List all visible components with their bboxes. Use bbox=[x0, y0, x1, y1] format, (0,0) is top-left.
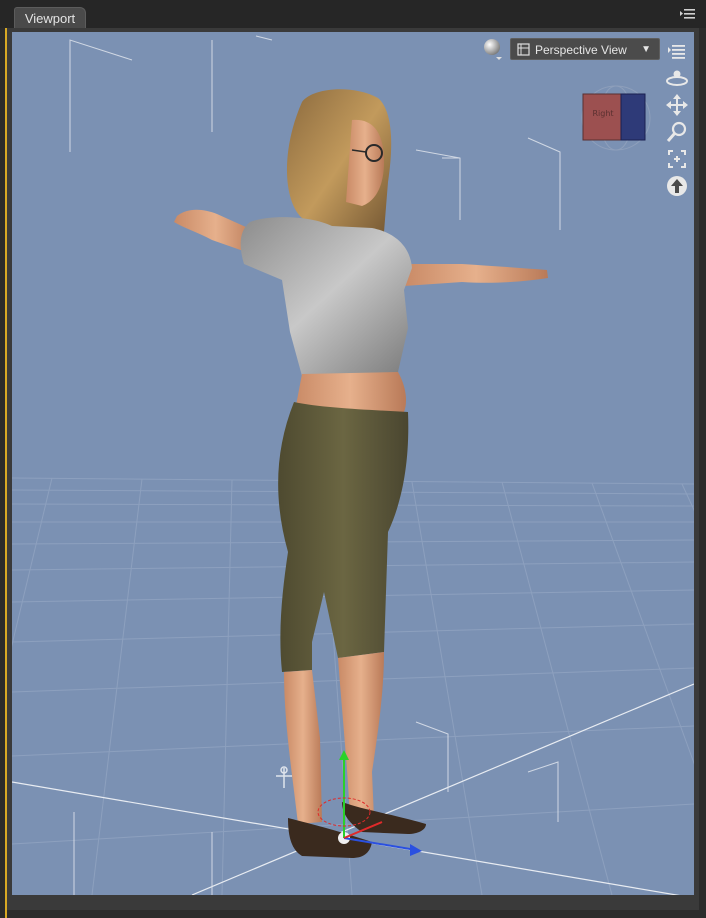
frame-icon[interactable] bbox=[664, 146, 690, 172]
view-cube[interactable]: Right bbox=[578, 82, 658, 152]
panel-tabbar: Viewport bbox=[0, 0, 706, 29]
pose-tool-icon[interactable] bbox=[276, 766, 292, 788]
view-options-icon[interactable] bbox=[664, 38, 690, 64]
character-figure[interactable] bbox=[174, 89, 548, 858]
panel-menu-icon[interactable] bbox=[680, 8, 696, 22]
view-mode-label: Perspective View bbox=[535, 43, 627, 57]
viewport-tool-column bbox=[664, 38, 690, 200]
scene-canvas[interactable] bbox=[12, 32, 694, 895]
orbit-icon[interactable] bbox=[664, 65, 690, 91]
chevron-down-icon: ▼ bbox=[641, 44, 651, 55]
camera-view-icon bbox=[517, 43, 530, 56]
left-accent-strip bbox=[0, 28, 7, 918]
zoom-icon[interactable] bbox=[664, 119, 690, 145]
reset-view-icon[interactable] bbox=[664, 173, 690, 199]
cube-face-label[interactable]: Right bbox=[585, 109, 621, 118]
tab-viewport[interactable]: Viewport bbox=[14, 7, 86, 29]
draw-style-sphere-icon[interactable] bbox=[482, 38, 504, 60]
view-mode-dropdown[interactable]: Perspective View ▼ bbox=[510, 38, 660, 60]
pan-icon[interactable] bbox=[664, 92, 690, 118]
3d-viewport[interactable]: Perspective View ▼ Right bbox=[12, 32, 694, 895]
